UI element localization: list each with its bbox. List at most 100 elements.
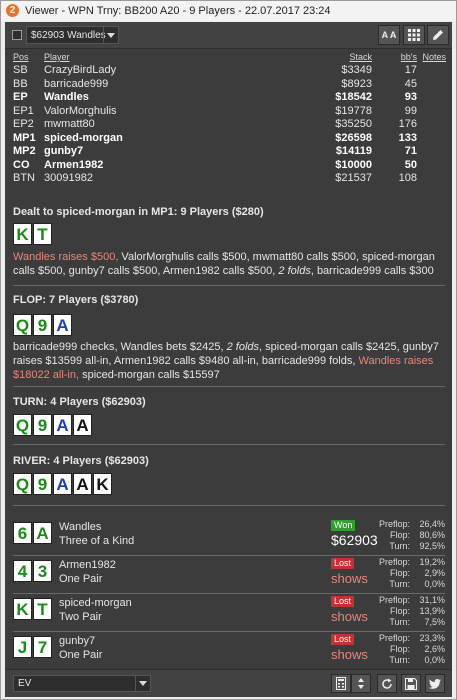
save-icon	[405, 678, 417, 690]
edit-button[interactable]	[427, 25, 449, 45]
hand-select-dropdown[interactable]: $62903 Wandles	[26, 26, 119, 44]
divider	[13, 444, 445, 445]
preflop-header: Dealt to spiced-morgan in MP1: 9 Players…	[13, 206, 264, 218]
flop-section: FLOP: 7 Players ($3780)	[13, 294, 445, 306]
chevron-down-icon	[135, 676, 150, 691]
equity-row: Preflop: 26,4%	[379, 519, 445, 530]
player-row[interactable]: BTN 30091982 $21537 108	[5, 172, 452, 185]
grid-button[interactable]	[403, 25, 425, 45]
playing-card: 6	[13, 522, 32, 544]
equity-label: Turn:	[389, 541, 410, 551]
playing-card: T	[33, 598, 52, 620]
player-row[interactable]: MP2 gunby7 $14119 71	[5, 145, 452, 158]
player-row[interactable]: EP Wandles $18542 93	[5, 91, 452, 104]
equity-value: 80,6%	[419, 530, 445, 540]
playing-card: Q	[13, 314, 32, 336]
window-title: Viewer - WPN Trny: BB200 A20 - 9 Players…	[25, 5, 331, 17]
action-folds: 2 folds	[226, 341, 260, 353]
showdown-result: J 7 gunby7 One Pair Lost shows Preflop: 23,3% Fl…	[13, 632, 445, 669]
hand-viewer-panel: $62903 Wandles A A Pos Player Stack bb's…	[5, 22, 452, 697]
equity-row: Turn: 0,0%	[383, 579, 445, 590]
col-player[interactable]: Player	[44, 52, 70, 62]
col-stack[interactable]: Stack	[349, 52, 372, 62]
status-badge: Lost	[331, 596, 355, 607]
player-bbs: 99	[404, 104, 417, 117]
playing-card: K	[13, 223, 32, 245]
player-bbs: 108	[398, 172, 417, 184]
equity-label: Flop:	[389, 606, 410, 616]
player-row[interactable]: BB barricade999 $8923 45	[5, 78, 452, 91]
replay-button[interactable]	[377, 674, 397, 693]
playing-card: 9	[33, 314, 52, 336]
showdown-result: K Tspiced-morgan Two Pair Lost shows Preflop:…	[13, 594, 445, 631]
equity-label: Turn:	[389, 655, 410, 665]
player-stack: $21537	[335, 172, 372, 184]
player-name: Armen1982	[44, 158, 104, 171]
player-row[interactable]: EP2 mwmatt80 $35250 176	[5, 118, 452, 131]
status-badge: Won	[331, 520, 356, 531]
player-name: gunby7	[44, 145, 84, 157]
twitter-icon	[429, 679, 441, 689]
equity-row: Flop: 2,9%	[383, 568, 445, 579]
font-size-button[interactable]: A A	[378, 25, 400, 45]
hole-cards: KT	[13, 223, 53, 245]
playing-card: A	[53, 314, 72, 336]
player-row[interactable]: EP1 ValorMorghulis $19778 99	[5, 105, 452, 118]
sort-button[interactable]	[351, 674, 371, 693]
col-bbs[interactable]: bb's	[401, 52, 417, 62]
player-row[interactable]: CO Armen1982 $10000 50	[5, 159, 452, 172]
sort-icon	[358, 678, 364, 689]
pencil-icon	[433, 30, 443, 40]
player-position: BTN	[13, 172, 35, 184]
turn-header: TURN: 4 Players ($62903)	[13, 396, 146, 408]
status-badge: Lost	[331, 558, 355, 569]
player-name: barricade999	[44, 77, 109, 90]
col-pos[interactable]: Pos	[13, 52, 29, 62]
playing-card: 4	[13, 560, 32, 582]
player-row[interactable]: SB CrazyBirdLady $3349 17	[5, 64, 452, 77]
player-stack: $18542	[335, 91, 372, 103]
equity-label: Preflop:	[378, 519, 410, 529]
player-row[interactable]: MP1 spiced-morgan $26598 133	[5, 132, 452, 145]
equity-label: Flop:	[389, 644, 410, 654]
share-twitter-button[interactable]	[425, 674, 445, 693]
players-table-header: Pos Player Stack bb's Notes	[5, 52, 452, 64]
playing-card: 7	[33, 636, 52, 658]
player-bbs: 133	[398, 131, 417, 144]
col-notes[interactable]: Notes	[422, 52, 446, 62]
action-folds: 2 folds	[278, 265, 311, 277]
player-bbs: 50	[404, 158, 417, 171]
equity-value: 7,5%	[424, 617, 445, 627]
save-button[interactable]	[401, 674, 421, 693]
preflop-actions: Wandles raises $500, ValorMorghulis call…	[13, 250, 445, 278]
equity-value: 19,2%	[419, 557, 445, 567]
ev-select-dropdown[interactable]: EV	[13, 675, 151, 692]
chevron-down-icon	[103, 27, 118, 43]
player-position: CO	[13, 158, 30, 171]
equity-row: Flop: 2,6%	[383, 644, 445, 655]
equity-value: 13,9%	[419, 606, 445, 616]
player-bbs: 71	[404, 145, 417, 157]
calculator-button[interactable]	[331, 674, 351, 693]
equity-row: Turn: 92,5%	[383, 541, 445, 552]
equity-label: Turn:	[389, 617, 410, 627]
player-position: EP2	[13, 118, 34, 130]
shows-label: shows	[331, 609, 368, 624]
turn-section: TURN: 4 Players ($62903)	[13, 396, 445, 408]
playing-card: 3	[33, 560, 52, 582]
player-position: BB	[13, 77, 28, 90]
result-player-name: spiced-morgan	[59, 597, 132, 609]
flop-actions: barricade999 checks, Wandles bets $2425,…	[13, 340, 445, 382]
equity-row: Flop: 13,9%	[383, 606, 445, 617]
playing-card: A	[53, 414, 72, 436]
action-text: barricade999 checks, Wandles bets $2425,	[13, 341, 227, 353]
viewer-window: 2 Viewer - WPN Trny: BB200 A20 - 9 Playe…	[0, 0, 457, 700]
playing-card: A	[33, 522, 52, 544]
player-stack: $3349	[341, 64, 372, 76]
equity-row: Preflop: 19,2%	[379, 557, 445, 568]
action-text: , barricade999 calls $300	[310, 265, 434, 277]
equity-row: Preflop: 23,3%	[379, 633, 445, 644]
select-hand-checkbox[interactable]	[12, 30, 22, 40]
top-toolbar: $62903 Wandles A A	[5, 22, 452, 49]
equity-row: Turn: 0,0%	[383, 655, 445, 666]
